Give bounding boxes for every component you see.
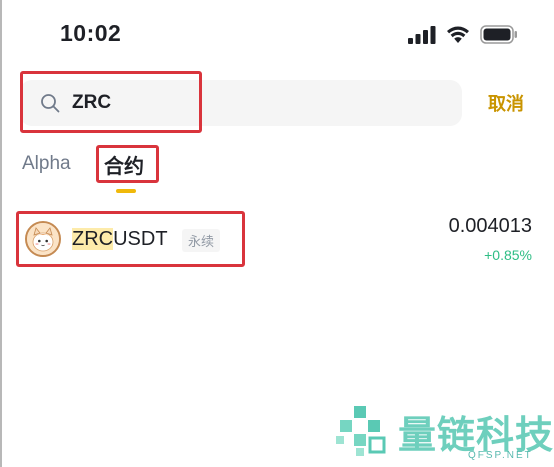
active-tab-indicator (116, 189, 136, 193)
watermark-logo-icon (336, 406, 386, 456)
search-page: 10:02 取消 Alpha 合约 (0, 0, 554, 467)
search-icon (41, 94, 60, 113)
price-change: +0.85% (484, 247, 532, 263)
watermark-site: QFSP.NET (468, 450, 533, 461)
coin-avatar-icon (25, 221, 61, 257)
last-price: 0.004013 (448, 215, 532, 237)
tab-contract[interactable]: 合约 (104, 150, 144, 179)
contract-symbol: ZRCUSDT (72, 228, 168, 251)
perpetual-badge: 永续 (182, 229, 221, 252)
wifi-icon (447, 26, 469, 43)
symbol-match-highlight: ZRC (72, 228, 114, 250)
battery-icon (480, 25, 517, 44)
status-bar: 10:02 (0, 0, 554, 64)
search-box[interactable] (20, 80, 462, 126)
signal-icon (408, 26, 436, 44)
search-input[interactable] (72, 88, 372, 118)
tab-alpha[interactable]: Alpha (22, 153, 71, 175)
cancel-button[interactable]: 取消 (488, 90, 524, 116)
status-time: 10:02 (60, 20, 122, 46)
symbol-rest: USDT (113, 228, 168, 250)
screen-edge (0, 0, 2, 467)
